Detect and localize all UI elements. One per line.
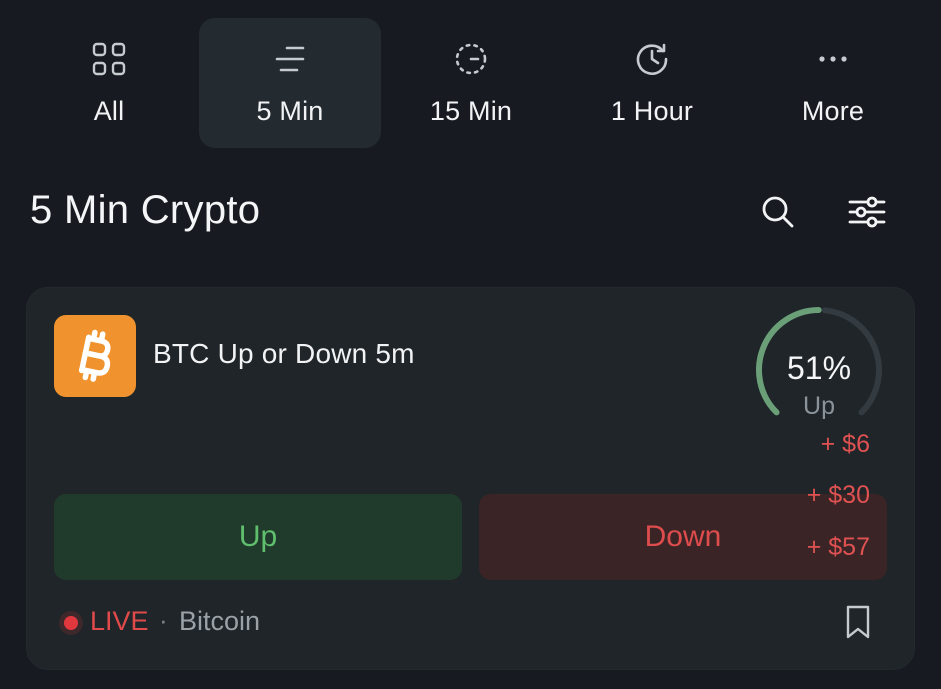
grid-icon xyxy=(90,40,128,78)
tab-all[interactable]: All xyxy=(18,18,200,148)
tab-5-min[interactable]: 5 Min xyxy=(199,18,381,148)
lines-icon xyxy=(271,40,309,78)
gauge-percent: 51% xyxy=(786,350,852,386)
live-badge: LIVE xyxy=(90,606,149,636)
tab-label: All xyxy=(93,96,125,126)
tab-label: 1 Hour xyxy=(610,96,694,126)
sliders-icon xyxy=(848,196,886,228)
tab-more[interactable]: More xyxy=(742,18,924,148)
market-footer: LIVE · Bitcoin xyxy=(54,605,574,642)
tab-1-hour[interactable]: 1 Hour xyxy=(561,18,743,148)
search-button[interactable] xyxy=(757,191,799,233)
tab-label: More xyxy=(801,96,865,126)
category-label[interactable]: Bitcoin xyxy=(179,606,260,637)
up-button[interactable]: Up xyxy=(54,494,462,580)
bookmark-icon xyxy=(846,605,870,639)
live-indicator-icon xyxy=(64,616,78,630)
bitcoin-icon xyxy=(54,315,136,397)
gauge-label: Up xyxy=(803,392,835,420)
ellipsis-icon xyxy=(814,40,852,78)
tab-label: 5 Min xyxy=(256,96,324,126)
bookmark-button[interactable] xyxy=(843,604,873,640)
filter-button[interactable] xyxy=(846,191,888,233)
separator: · xyxy=(159,605,168,635)
search-icon xyxy=(762,196,794,228)
probability-gauge: 51% Up xyxy=(745,304,893,424)
tab-label: 15 Min xyxy=(429,96,513,126)
page-title: 5 Min Crypto xyxy=(30,188,261,232)
dashed-timer-icon xyxy=(452,40,490,78)
payout-amount: + $30 xyxy=(806,481,870,509)
clock-history-icon xyxy=(633,40,671,78)
payout-amount: + $57 xyxy=(806,533,870,561)
category-tabs: All 5 Min 15 Min 1 Hour More xyxy=(18,18,924,148)
screen: All 5 Min 15 Min 1 Hour More 5 Min Crypt… xyxy=(0,0,941,689)
payout-amount: + $6 xyxy=(820,430,870,458)
market-card[interactable]: BTC Up or Down 5m 51% Up Up Down + $6 + … xyxy=(26,287,915,670)
tab-15-min[interactable]: 15 Min xyxy=(380,18,562,148)
market-title: BTC Up or Down 5m xyxy=(153,338,415,369)
